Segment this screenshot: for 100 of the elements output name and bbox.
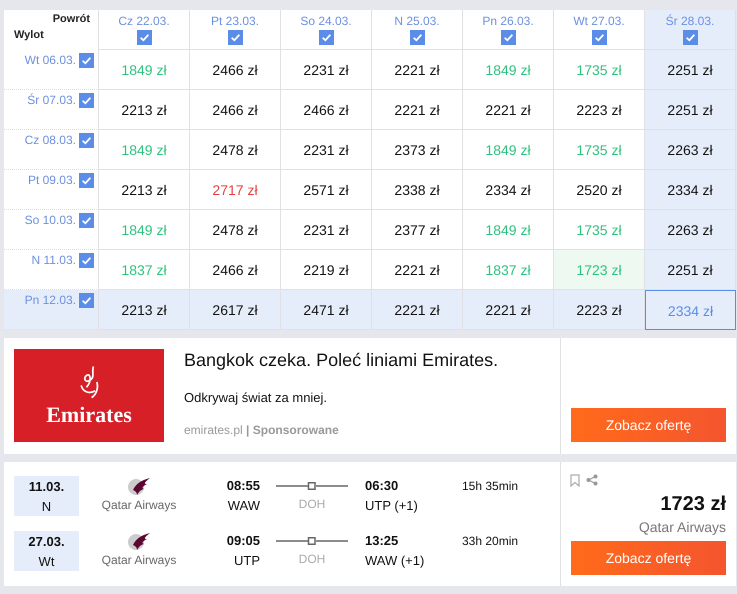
price-cell[interactable]: 2223 zł: [554, 290, 645, 330]
date-label: So 24.03.: [300, 14, 352, 28]
checkbox[interactable]: [79, 253, 94, 268]
airline-name: Qatar Airways: [638, 519, 726, 535]
date-label: N 25.03.: [394, 14, 440, 28]
date-label: Cz 08.03.: [24, 133, 76, 147]
arrival-time: 06:30: [365, 478, 400, 493]
departure-airport: WAW: [228, 498, 260, 513]
price-cell[interactable]: 2377 zł: [372, 210, 463, 250]
price-cell[interactable]: 2213 zł: [99, 90, 190, 130]
price-cell[interactable]: 2251 zł: [645, 250, 736, 290]
checkbox[interactable]: [79, 213, 94, 228]
price-cell[interactable]: 2251 zł: [645, 90, 736, 130]
stopover-airport: DOH: [298, 552, 326, 566]
price-cell[interactable]: 2466 zł: [190, 50, 281, 90]
checkmark-icon: [230, 32, 240, 43]
airline-logo-icon: [127, 531, 151, 551]
date-label: Śr 28.03.: [666, 14, 714, 28]
date-label: Wt 27.03.: [573, 14, 625, 28]
price-cell[interactable]: 2213 zł: [99, 170, 190, 210]
date-label: Cz 22.03.: [118, 14, 170, 28]
price-cell[interactable]: 2221 zł: [463, 90, 554, 130]
arrival-time: 13:25: [365, 533, 400, 548]
price-cell[interactable]: 2231 zł: [281, 130, 372, 170]
checkbox[interactable]: [79, 93, 94, 108]
arrival-airport: UTP (+1): [365, 498, 418, 513]
flight-duration: 33h 20min: [462, 533, 520, 548]
flight-duration: 15h 35min: [462, 478, 520, 493]
checkbox[interactable]: [500, 30, 516, 45]
checkbox[interactable]: [592, 30, 606, 45]
price-cell[interactable]: 2617 zł: [190, 290, 281, 330]
checkbox[interactable]: [228, 30, 242, 45]
checkbox[interactable]: [79, 293, 94, 308]
route-line-icon: [276, 537, 348, 545]
date-label: Pn 26.03.: [482, 14, 534, 28]
checkmark-icon: [81, 295, 92, 306]
price-cell[interactable]: 2251 zł: [645, 50, 736, 90]
price-cell[interactable]: 2213 zł: [99, 290, 190, 330]
price-cell[interactable]: 2478 zł: [190, 210, 281, 250]
departure-time: 09:05: [226, 533, 260, 548]
price-cell[interactable]: 2471 zł: [281, 290, 372, 330]
checkmark-icon: [81, 55, 92, 66]
price-cell[interactable]: 2231 zł: [281, 210, 372, 250]
departure-time: 08:55: [226, 478, 260, 493]
checkbox[interactable]: [410, 30, 424, 45]
ad-description: Odkrywaj świat za mniej.: [184, 390, 328, 405]
price-cell[interactable]: 2334 zł: [645, 170, 736, 210]
price-cell[interactable]: 2221 zł: [372, 50, 463, 90]
price-cell[interactable]: 2221 zł: [372, 90, 463, 130]
price-cell[interactable]: 2221 zł: [463, 290, 554, 330]
leg-date: 11.03.: [28, 478, 64, 494]
price-cell[interactable]: 2466 zł: [190, 90, 281, 130]
date-label: Pn 12.03.: [24, 293, 76, 307]
price-cell[interactable]: 2263 zł: [645, 130, 736, 170]
checkmark-icon: [320, 32, 332, 43]
airline-logo-icon: [127, 476, 151, 496]
price-cell[interactable]: 2338 zł: [372, 170, 463, 210]
airline-name: Qatar Airways: [102, 553, 176, 567]
price-cell[interactable]: 2373 zł: [372, 130, 463, 170]
stopover-airport: DOH: [298, 497, 326, 511]
return-label: Powrót: [52, 13, 90, 25]
checkmark-icon: [502, 32, 514, 43]
date-label: N 11.03.: [32, 253, 76, 267]
checkbox[interactable]: [79, 133, 94, 148]
date-label: Pt 23.03.: [210, 14, 260, 28]
checkbox[interactable]: [79, 173, 94, 188]
leg-day: Wt: [38, 554, 54, 568]
leg-day: N: [42, 498, 52, 514]
airline-name: Qatar Airways: [102, 498, 176, 512]
checkmark-icon: [81, 255, 92, 266]
checkbox[interactable]: [79, 53, 94, 68]
total-price: 1723 zł: [660, 493, 726, 516]
price-cell[interactable]: 2466 zł: [281, 90, 372, 130]
logo-text: Emirates: [46, 402, 132, 428]
price-cell[interactable]: 2478 zł: [190, 130, 281, 170]
leg-date: 27.03.: [28, 534, 65, 548]
date-label: So 10.03.: [24, 213, 76, 227]
checkbox[interactable]: [682, 30, 698, 45]
departure-label: Wylot: [14, 29, 45, 41]
price-cell[interactable]: 2221 zł: [372, 290, 463, 330]
checkmark-icon: [81, 175, 92, 186]
checkbox[interactable]: [318, 30, 334, 45]
price-cell[interactable]: 2717 zł: [190, 170, 281, 210]
checkmark-icon: [81, 95, 92, 106]
departure-airport: UTP: [234, 553, 260, 568]
price-cell[interactable]: 2571 zł: [281, 170, 372, 210]
bookmark-icon[interactable]: [570, 474, 580, 487]
arrival-airport: WAW (+1): [365, 553, 424, 568]
separator: |: [246, 423, 250, 437]
ad-headline[interactable]: Bangkok czeka. Poleć liniami Emirates.: [184, 350, 498, 371]
sponsored-label: Sponsorowane: [252, 423, 339, 437]
price-cell[interactable]: 2334 zł: [463, 170, 554, 210]
price-cell[interactable]: 2263 zł: [645, 210, 736, 250]
checkmark-icon: [81, 215, 92, 226]
checkbox[interactable]: [136, 30, 152, 45]
share-icon[interactable]: [586, 474, 598, 486]
date-label: Śr 07.03.: [27, 93, 76, 107]
checkmark-icon: [594, 32, 604, 43]
route-line-icon: [276, 482, 348, 490]
price-cell[interactable]: 2231 zł: [281, 50, 372, 90]
